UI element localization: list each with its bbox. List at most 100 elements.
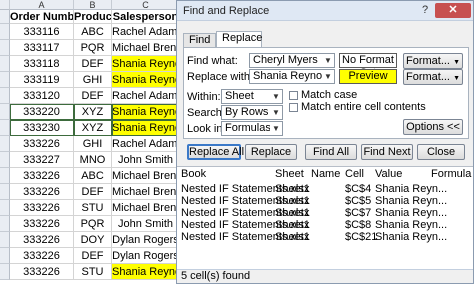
cell-order-number[interactable]: 333117 <box>10 40 74 56</box>
results-header-sheet[interactable]: Sheet <box>275 167 304 181</box>
dialog-titlebar[interactable]: Find and Replace ? ✕ <box>177 1 473 21</box>
cell-salesperson[interactable]: Michael Brent <box>112 184 180 200</box>
look-in-select[interactable]: Formulas ▼ <box>221 121 283 136</box>
cell-order-number[interactable]: 333220 <box>10 104 74 120</box>
row-number[interactable] <box>0 40 10 56</box>
within-select[interactable]: Sheet ▼ <box>221 89 283 104</box>
cell-product[interactable]: ABC <box>74 168 112 184</box>
chevron-down-icon[interactable]: ▼ <box>322 54 334 67</box>
cell-salesperson[interactable]: Michael Brent <box>112 168 180 184</box>
cell-order-number[interactable]: 333226 <box>10 168 74 184</box>
result-row[interactable]: Nested IF Statements.xlsx Sheet1 $C$4 Shani… <box>177 183 473 195</box>
close-icon[interactable]: ✕ <box>435 3 471 18</box>
find-next-button[interactable]: Find Next <box>361 144 413 160</box>
find-all-button[interactable]: Find All <box>305 144 357 160</box>
cell-order-number[interactable]: 333116 <box>10 24 74 40</box>
match-case-label[interactable]: Match case <box>301 89 357 101</box>
column-header-c[interactable]: C <box>112 0 180 10</box>
row-number[interactable] <box>0 56 10 72</box>
cell-product[interactable]: DEF <box>74 88 112 104</box>
results-header-cell[interactable]: Cell <box>345 167 364 181</box>
cell-product[interactable]: DEF <box>74 184 112 200</box>
tab-replace[interactable]: Replace <box>216 31 262 47</box>
cell-order-number[interactable]: 333230 <box>10 120 74 136</box>
row-number[interactable] <box>0 232 10 248</box>
cell-product[interactable]: XYZ <box>74 104 112 120</box>
cell-product[interactable]: DEF <box>74 248 112 264</box>
tab-find[interactable]: Find <box>183 33 216 47</box>
replace-with-input[interactable]: Shania Reynolds ▼ <box>249 69 335 84</box>
close-button[interactable]: Close <box>417 144 465 160</box>
cell-salesperson[interactable]: Rachel Adams <box>112 136 180 152</box>
results-list[interactable]: Book Sheet Name Cell Value Formula Neste… <box>177 166 473 271</box>
cell-product[interactable]: STU <box>74 200 112 216</box>
replace-button[interactable]: Replace <box>245 144 297 160</box>
spreadsheet-grid[interactable]: A B C Order Number Product Salesperson 3… <box>0 0 180 284</box>
results-header-name[interactable]: Name <box>311 167 340 181</box>
results-header-value[interactable]: Value <box>375 167 402 181</box>
match-entire-checkbox[interactable] <box>289 103 298 112</box>
row-number[interactable] <box>0 184 10 200</box>
row-number[interactable] <box>0 152 10 168</box>
row-number[interactable] <box>0 24 10 40</box>
cell-order-number[interactable]: 333226 <box>10 232 74 248</box>
column-header-a[interactable]: A <box>10 0 74 10</box>
row-number[interactable] <box>0 168 10 184</box>
row-number[interactable] <box>0 248 10 264</box>
chevron-down-icon[interactable]: ▼ <box>270 122 282 135</box>
column-header-b[interactable]: B <box>74 0 112 10</box>
cell-order-number[interactable]: 333227 <box>10 152 74 168</box>
match-entire-label[interactable]: Match entire cell contents <box>301 101 426 113</box>
results-header-book[interactable]: Book <box>181 167 206 181</box>
header-salesperson[interactable]: Salesperson <box>112 10 180 24</box>
cell-product[interactable]: MNO <box>74 152 112 168</box>
row-number[interactable] <box>0 200 10 216</box>
cell-product[interactable]: XYZ <box>74 120 112 136</box>
cell-salesperson[interactable]: Dylan Rogers <box>112 248 180 264</box>
cell-salesperson[interactable]: Michael Brent <box>112 200 180 216</box>
row-number[interactable] <box>0 136 10 152</box>
result-row[interactable]: Nested IF Statements.xlsx Sheet1 $C$7 Shani… <box>177 207 473 219</box>
cell-product[interactable]: DOY <box>74 232 112 248</box>
cell-product[interactable]: ABC <box>74 24 112 40</box>
replace-all-button[interactable]: Replace All <box>187 144 244 160</box>
chevron-down-icon[interactable]: ▼ <box>270 106 282 119</box>
row-number[interactable] <box>0 104 10 120</box>
cell-product[interactable]: STU <box>74 264 112 280</box>
cell-salesperson[interactable]: John Smith <box>112 216 180 232</box>
cell-salesperson[interactable]: Dylan Rogers <box>112 232 180 248</box>
results-header-formula[interactable]: Formula <box>431 167 471 181</box>
header-product[interactable]: Product <box>74 10 112 24</box>
chevron-down-icon[interactable]: ▼ <box>322 70 334 83</box>
cell-salesperson[interactable]: Rachel Adams <box>112 24 180 40</box>
cell-order-number[interactable]: 333120 <box>10 88 74 104</box>
find-what-input[interactable]: Cheryl Myers ▼ <box>249 53 335 68</box>
replace-format-button[interactable]: Format... ▼ <box>403 69 463 85</box>
row-number[interactable] <box>0 264 10 280</box>
result-row[interactable]: Nested IF Statements.xlsx Sheet1 $C$21 Shan… <box>177 231 473 243</box>
row-number[interactable] <box>0 72 10 88</box>
row-number[interactable] <box>0 88 10 104</box>
cell-salesperson[interactable]: Shania Reynolds <box>112 120 180 136</box>
cell-salesperson[interactable]: Rachel Adams <box>112 88 180 104</box>
cell-order-number[interactable]: 333226 <box>10 264 74 280</box>
cell-product[interactable]: PQR <box>74 216 112 232</box>
cell-order-number[interactable]: 333119 <box>10 72 74 88</box>
cell-order-number[interactable]: 333226 <box>10 200 74 216</box>
cell-order-number[interactable]: 333226 <box>10 136 74 152</box>
cell-product[interactable]: GHI <box>74 136 112 152</box>
cell-order-number[interactable]: 333226 <box>10 248 74 264</box>
cell-salesperson[interactable]: Shania Reynolds <box>112 264 180 280</box>
cell-product[interactable]: DEF <box>74 56 112 72</box>
search-select[interactable]: By Rows ▼ <box>221 105 283 120</box>
result-row[interactable]: Nested IF Statements.xlsx Sheet1 $C$8 Shani… <box>177 219 473 231</box>
row-number[interactable] <box>0 10 10 24</box>
cell-order-number[interactable]: 333118 <box>10 56 74 72</box>
cell-product[interactable]: GHI <box>74 72 112 88</box>
cell-order-number[interactable]: 333226 <box>10 216 74 232</box>
cell-salesperson[interactable]: Michael Brent <box>112 40 180 56</box>
result-row[interactable]: Nested IF Statements.xlsx Sheet1 $C$5 Shani… <box>177 195 473 207</box>
find-format-button[interactable]: Format... ▼ <box>403 53 463 69</box>
cell-salesperson[interactable]: Shania Reynolds <box>112 104 180 120</box>
match-case-checkbox[interactable] <box>289 91 298 100</box>
